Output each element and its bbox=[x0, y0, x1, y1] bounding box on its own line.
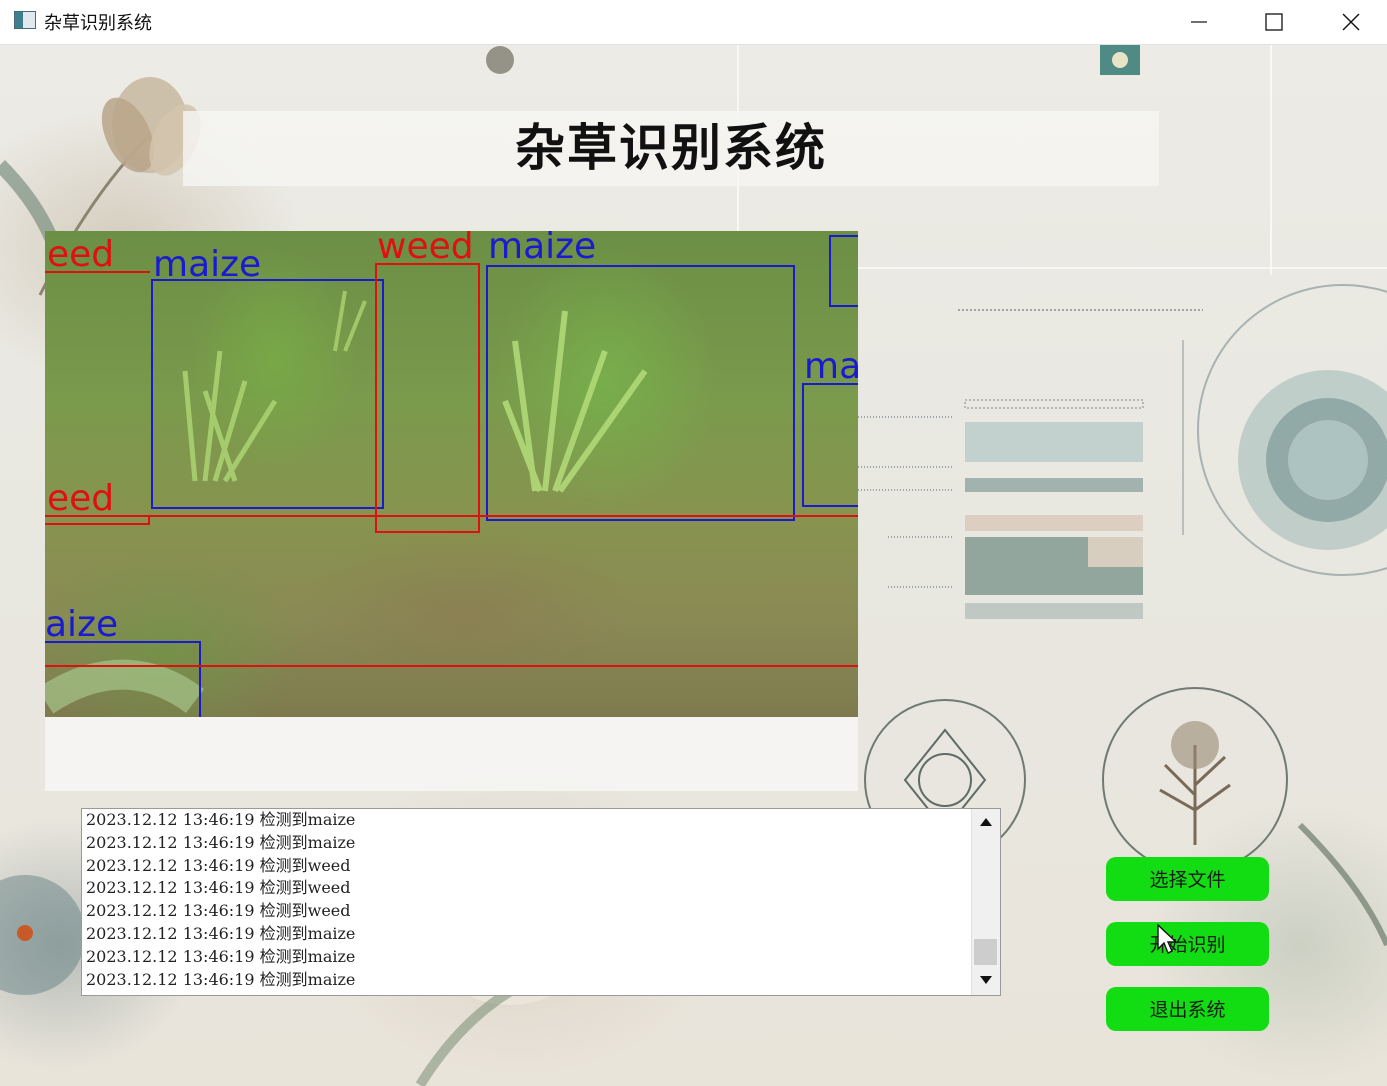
window-title-bar: 杂草识别系统 bbox=[0, 0, 1387, 45]
window-title: 杂草识别系统 bbox=[44, 13, 152, 34]
log-line: 2023.12.12 13:46:19 检测到weed bbox=[86, 901, 351, 921]
maize-label: ma bbox=[804, 346, 858, 387]
weed-bbox-line bbox=[45, 665, 858, 667]
select-file-button[interactable]: 选择文件 bbox=[1106, 857, 1269, 901]
chevron-up-icon bbox=[980, 818, 992, 826]
exit-system-button[interactable]: 退出系统 bbox=[1106, 987, 1269, 1031]
title-banner: 杂草识别系统 bbox=[183, 111, 1159, 186]
weed-label: weed bbox=[377, 231, 474, 267]
log-line: 2023.12.12 13:46:19 检测到maize bbox=[86, 832, 356, 852]
log-lines: 2023.12.12 13:46:19 检测到maize 2023.12.12 1… bbox=[86, 809, 972, 991]
minimize-button[interactable] bbox=[1164, 0, 1234, 44]
maize-bbox bbox=[151, 279, 384, 509]
start-recognition-button[interactable]: 开始识别 bbox=[1106, 922, 1269, 966]
log-line: 2023.12.12 13:46:19 检测到maize bbox=[86, 969, 356, 989]
app-icon bbox=[14, 11, 36, 29]
weed-bbox bbox=[375, 263, 480, 533]
maize-bbox bbox=[829, 235, 858, 307]
maximize-button[interactable] bbox=[1239, 0, 1309, 44]
mouse-cursor-icon bbox=[1157, 924, 1178, 954]
maize-label: maize bbox=[153, 244, 262, 285]
maize-label: maize bbox=[488, 231, 597, 267]
chevron-down-icon bbox=[980, 976, 992, 984]
log-line: 2023.12.12 13:46:19 检测到maize bbox=[86, 810, 356, 829]
maize-bbox bbox=[45, 641, 201, 717]
scroll-thumb[interactable] bbox=[974, 939, 997, 965]
weed-bbox-line bbox=[45, 515, 858, 517]
decor-grid-line bbox=[1270, 45, 1272, 275]
weed-label: eed bbox=[47, 234, 115, 275]
maize-bbox bbox=[802, 383, 858, 507]
decor-grid-line bbox=[858, 267, 1387, 269]
detection-log[interactable]: 2023.12.12 13:46:19 检测到maize 2023.12.12 1… bbox=[81, 808, 1001, 996]
flower-decoration bbox=[486, 46, 514, 74]
page-title: 杂草识别系统 bbox=[515, 119, 827, 177]
log-line: 2023.12.12 13:46:19 检测到maize bbox=[86, 923, 356, 943]
close-button[interactable] bbox=[1316, 0, 1386, 44]
dashboard-decoration bbox=[858, 284, 1387, 619]
minimize-icon bbox=[1191, 21, 1207, 23]
close-icon bbox=[1342, 13, 1360, 31]
scroll-up-button[interactable] bbox=[972, 809, 1000, 835]
weed-label: eed bbox=[47, 478, 115, 519]
log-line: 2023.12.12 13:46:19 检测到weed bbox=[86, 878, 351, 898]
maximize-icon bbox=[1265, 13, 1283, 31]
log-line: 2023.12.12 13:46:19 检测到maize bbox=[86, 946, 356, 966]
log-scrollbar[interactable] bbox=[971, 809, 1000, 995]
log-line: 2023.12.12 13:46:19 检测到weed bbox=[86, 855, 351, 875]
maize-bbox bbox=[486, 265, 795, 521]
scroll-down-button[interactable] bbox=[972, 967, 1000, 993]
detection-image: eed maize weed maize ma eed aize bbox=[45, 231, 858, 717]
icon-decoration bbox=[1100, 45, 1140, 75]
maize-label: aize bbox=[45, 604, 119, 645]
